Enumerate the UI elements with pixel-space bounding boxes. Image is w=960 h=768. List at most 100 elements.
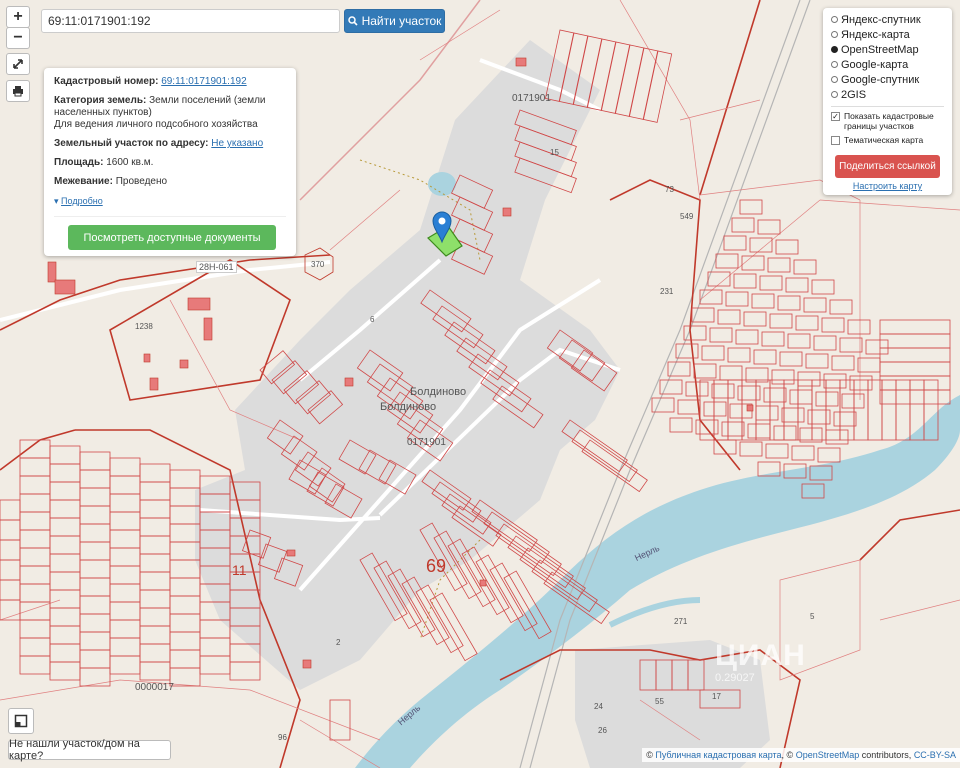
- parcel: [109, 493, 141, 513]
- building: [54, 279, 76, 295]
- parcel: [805, 353, 829, 369]
- layer-option[interactable]: Google-спутник: [831, 72, 944, 87]
- map-label-lot: 271: [674, 617, 688, 626]
- parcel: [139, 553, 171, 573]
- parcel: [831, 355, 855, 371]
- parcel: [775, 239, 799, 255]
- parcel: [735, 329, 759, 345]
- search-input[interactable]: [41, 9, 340, 33]
- parcel: [825, 429, 849, 445]
- layer-option[interactable]: Яндекс-спутник: [831, 12, 944, 27]
- layer-option-label: Яндекс-карта: [841, 28, 910, 41]
- parcel: [169, 667, 201, 687]
- building: [479, 579, 487, 587]
- view-documents-button[interactable]: Посмотреть доступные документы: [68, 225, 276, 250]
- parcel: [79, 667, 111, 687]
- layer-option[interactable]: OpenStreetMap: [831, 42, 944, 57]
- parcel: [853, 379, 869, 441]
- search-button[interactable]: Найти участок: [344, 9, 445, 33]
- radio-icon[interactable]: [831, 91, 838, 98]
- not-found-button[interactable]: Не нашли участок/дом на карте?: [8, 738, 171, 762]
- share-link-button[interactable]: Поделиться ссылкой: [835, 155, 940, 178]
- pkk-link[interactable]: Публичная кадастровая карта: [655, 750, 781, 760]
- parcel: [139, 625, 171, 645]
- layer-option[interactable]: Яндекс-карта: [831, 27, 944, 42]
- thematic-toggle[interactable]: Тематическая карта: [831, 135, 944, 145]
- parcel: [109, 529, 141, 549]
- radio-selected-icon[interactable]: [831, 46, 838, 53]
- parcel: [677, 399, 701, 415]
- parcel: [628, 47, 659, 120]
- fullscreen-button[interactable]: [8, 708, 34, 734]
- attribution-sep: , ©: [781, 750, 794, 760]
- parcel: [0, 579, 21, 601]
- zoom-in-button[interactable]: +: [6, 6, 30, 28]
- configure-map-link[interactable]: Настроить карту: [823, 181, 952, 191]
- zoom-out-button[interactable]: −: [6, 27, 30, 49]
- address-row: Земельный участок по адресу: Не указано: [54, 138, 286, 150]
- more-link[interactable]: Подробно: [61, 196, 103, 206]
- show-borders-toggle[interactable]: ✓ Показать кадастровые границы участков: [831, 111, 944, 131]
- parcel: [767, 257, 791, 273]
- radio-icon[interactable]: [831, 61, 838, 68]
- parcel: [823, 373, 847, 389]
- parcel: [879, 333, 951, 349]
- parcel: [429, 592, 478, 662]
- parcel: [701, 345, 725, 361]
- contributors-text: contributors,: [861, 750, 912, 760]
- parcel: [79, 595, 111, 615]
- license-link[interactable]: CC-BY-SA: [914, 750, 956, 760]
- parcel: [725, 291, 749, 307]
- parcel: [733, 273, 757, 289]
- cad-number-link[interactable]: 69:11:0171901:192: [161, 76, 246, 87]
- parcel: [761, 331, 785, 347]
- address-link[interactable]: Не указано: [211, 138, 263, 149]
- search-icon: [347, 16, 358, 26]
- parcel: [19, 655, 51, 675]
- radio-icon[interactable]: [831, 76, 838, 83]
- parcel: [169, 613, 201, 633]
- parcel: [139, 517, 171, 537]
- parcel: [749, 237, 773, 253]
- parcel: [109, 475, 141, 495]
- print-button[interactable]: [6, 80, 30, 102]
- map-label-village: Болдиново: [410, 386, 467, 398]
- checkbox-icon[interactable]: [831, 136, 840, 145]
- map-label-lot: 6: [370, 315, 375, 324]
- parcel: [857, 357, 881, 373]
- expand-button[interactable]: [6, 53, 30, 75]
- parcel: [765, 443, 789, 459]
- radio-icon[interactable]: [831, 31, 838, 38]
- map-label-lot: 96: [278, 733, 287, 742]
- parcel: [139, 481, 171, 501]
- parcel: [139, 499, 171, 519]
- parcel: [797, 371, 821, 387]
- parcel: [19, 565, 51, 585]
- parcel: [743, 311, 767, 327]
- building: [286, 549, 296, 557]
- checkbox-checked-icon[interactable]: ✓: [831, 112, 840, 121]
- layer-option[interactable]: Google-карта: [831, 57, 944, 72]
- parcel: [763, 387, 787, 403]
- parcel: [695, 419, 719, 435]
- parcel: [839, 379, 855, 441]
- radio-icon[interactable]: [831, 16, 838, 23]
- layer-option[interactable]: 2GIS: [831, 87, 944, 102]
- map-label-lot: 26: [598, 726, 607, 735]
- parcel: [811, 279, 835, 295]
- divider: [54, 216, 286, 217]
- watermark-brand: ЦИАН: [715, 639, 806, 672]
- show-borders-label: Показать кадастровые границы участков: [844, 111, 934, 131]
- parcel: [777, 295, 801, 311]
- parcel: [169, 649, 201, 669]
- map-label-lot: 55: [655, 697, 664, 706]
- parcel: [49, 571, 81, 591]
- map-label-block: 0171901: [512, 93, 551, 104]
- parcel: [757, 219, 781, 235]
- parcel: [600, 41, 631, 114]
- osm-link[interactable]: OpenStreetMap: [796, 750, 860, 760]
- building: [179, 359, 189, 369]
- cad-number-row: Кадастровый номер: 69:11:0171901:192: [54, 76, 286, 88]
- survey-label: Межевание:: [54, 176, 113, 187]
- watermark-id: 0.29027: [715, 672, 755, 684]
